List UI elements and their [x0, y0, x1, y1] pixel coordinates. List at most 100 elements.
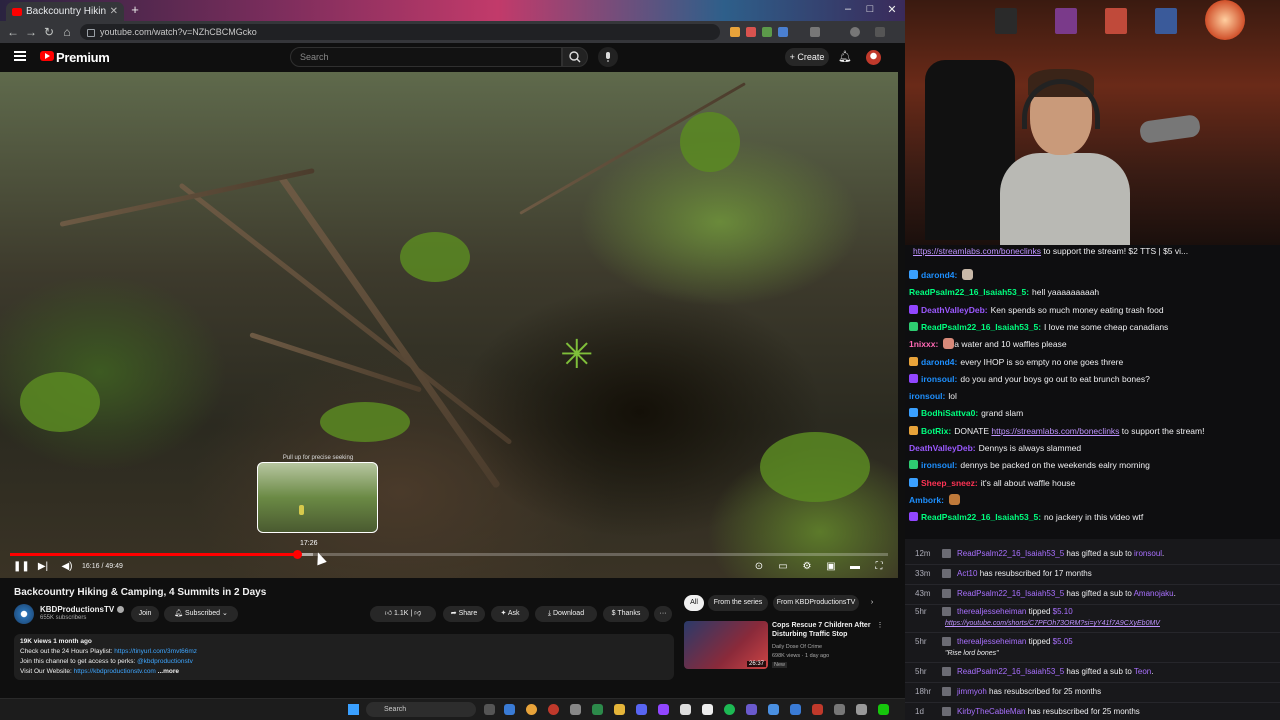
- chat-username[interactable]: ReadPsalm22_16_Isaiah53_5:: [921, 512, 1041, 522]
- download-button[interactable]: ⤓ Download: [535, 606, 597, 622]
- chat-username[interactable]: ironsoul:: [921, 374, 957, 384]
- like-dislike-group[interactable]: 👍︎ 1.1K | 👎︎: [370, 606, 436, 622]
- taskbar-search[interactable]: Search: [366, 702, 476, 717]
- profile-icon[interactable]: [850, 27, 860, 37]
- taskbar-app-icon[interactable]: [504, 704, 515, 715]
- chat-username[interactable]: ReadPsalm22_16_Isaiah53_5:: [921, 322, 1041, 332]
- chat-username[interactable]: Sheep_sneez:: [921, 478, 978, 488]
- channel-avatar[interactable]: [14, 604, 34, 624]
- chat-username[interactable]: 1nixxx:: [909, 339, 938, 349]
- taskbar-app-icon[interactable]: [658, 704, 669, 715]
- taskbar-app-icon[interactable]: [592, 704, 603, 715]
- browser-menu-icon[interactable]: [875, 27, 885, 37]
- chrome-icon[interactable]: [526, 704, 537, 715]
- taskbar-app-icon[interactable]: [812, 704, 823, 715]
- url-field[interactable]: youtube.com/watch?v=NZhCBCMGcko: [80, 24, 720, 40]
- search-button[interactable]: [562, 47, 588, 67]
- chat-username[interactable]: ironsoul:: [909, 391, 945, 401]
- chat-username[interactable]: DeathValleyDeb:: [909, 443, 976, 453]
- miniplayer-icon[interactable]: ▣: [824, 560, 838, 574]
- pause-icon[interactable]: ❚❚: [13, 560, 30, 574]
- taskbar-app-icon[interactable]: [790, 704, 801, 715]
- spotify-icon[interactable]: [724, 704, 735, 715]
- back-arrow-icon[interactable]: ←: [6, 25, 20, 39]
- event-username[interactable]: Act10: [957, 569, 977, 578]
- event-username[interactable]: ReadPsalm22_16_Isaiah53_5: [957, 549, 1064, 558]
- notifications-bell-icon[interactable]: 🔔︎: [838, 50, 852, 64]
- channel-handle-link[interactable]: @kbdproductionstv: [137, 658, 193, 665]
- taskbar-app-icon[interactable]: [702, 704, 713, 715]
- minimize-icon[interactable]: –: [840, 3, 856, 15]
- taskbar-app-icon[interactable]: [570, 704, 581, 715]
- chat-username[interactable]: darond4:: [921, 270, 957, 280]
- taskbar-app-icon[interactable]: [680, 704, 691, 715]
- extension-icon[interactable]: [746, 27, 756, 37]
- video-player[interactable]: ✳ Pull up for precise seeking 17:26 ❚❚ ▶…: [0, 72, 898, 578]
- extension-icon[interactable]: [778, 27, 788, 37]
- related-video-menu-icon[interactable]: ⋮: [874, 618, 886, 634]
- channel-name[interactable]: KBDProductionsTV: [40, 605, 125, 614]
- thanks-button[interactable]: $ Thanks: [603, 606, 649, 622]
- taskbar-app-icon[interactable]: [856, 704, 867, 715]
- tip-message-link[interactable]: https://youtube.com/shorts/C7PFOh73ORM?s…: [945, 619, 1160, 629]
- chat-username[interactable]: DeathValleyDeb:: [921, 305, 988, 315]
- subtitles-icon[interactable]: ▭: [776, 560, 790, 574]
- browser-tab-youtube[interactable]: Backcountry Hiking & Camp ✕: [6, 2, 124, 21]
- reload-icon[interactable]: ↻: [42, 25, 56, 39]
- related-video-channel[interactable]: Daily Dose Of Crime: [772, 644, 822, 650]
- home-icon[interactable]: ⌂: [60, 25, 74, 39]
- forward-arrow-icon[interactable]: →: [24, 25, 38, 39]
- extension-icon[interactable]: [730, 27, 740, 37]
- close-window-icon[interactable]: ✕: [884, 3, 900, 16]
- description-box[interactable]: 19K views 1 month ago Check out the 24 H…: [14, 634, 674, 680]
- taskbar-app-icon[interactable]: [878, 704, 889, 715]
- chat-username[interactable]: ReadPsalm22_16_Isaiah53_5:: [909, 287, 1029, 297]
- chevron-right-icon[interactable]: ›: [863, 595, 881, 611]
- event-username[interactable]: ReadPsalm22_16_Isaiah53_5: [957, 667, 1064, 676]
- file-explorer-icon[interactable]: [614, 704, 625, 715]
- chat-username[interactable]: BotRix:: [921, 426, 951, 436]
- chat-username[interactable]: ironsoul:: [921, 460, 957, 470]
- youtube-premium-wordmark[interactable]: Premium: [56, 50, 110, 65]
- progress-bar[interactable]: [10, 550, 888, 559]
- related-video-title[interactable]: Cops Rescue 7 Children After Disturbing …: [772, 621, 876, 639]
- filter-chip-channel[interactable]: From KBDProductionsTV: [773, 595, 859, 611]
- discord-icon[interactable]: [636, 704, 647, 715]
- join-button[interactable]: Join: [131, 606, 159, 622]
- banner-link[interactable]: https://streamlabs.com/boneclinks: [913, 246, 1041, 256]
- more-actions-button[interactable]: ···: [654, 606, 672, 622]
- event-username[interactable]: therealjesseheiman: [957, 607, 1026, 616]
- close-tab-icon[interactable]: ✕: [110, 6, 118, 17]
- new-tab-button[interactable]: +: [128, 3, 142, 17]
- related-video-thumbnail[interactable]: 26:37: [684, 621, 768, 669]
- event-username[interactable]: therealjesseheiman: [957, 637, 1026, 646]
- subscribed-button[interactable]: 🔔︎ Subscribed ⌄: [164, 606, 238, 622]
- show-more-link[interactable]: ...more: [158, 668, 179, 675]
- taskbar-app-icon[interactable]: [768, 704, 779, 715]
- voice-search-button[interactable]: [598, 47, 618, 67]
- extension-icon[interactable]: [762, 27, 772, 37]
- filter-chip-series[interactable]: From the series: [708, 595, 768, 611]
- account-avatar[interactable]: [866, 50, 881, 65]
- windows-start-icon[interactable]: [348, 704, 359, 715]
- extensions-puzzle-icon[interactable]: [810, 27, 820, 37]
- taskbar-app-icon[interactable]: [834, 704, 845, 715]
- chat-link[interactable]: https://streamlabs.com/boneclinks: [991, 426, 1119, 436]
- autoplay-toggle[interactable]: ⊙: [752, 560, 766, 574]
- share-button[interactable]: ➦ Share: [443, 606, 485, 622]
- search-input[interactable]: Search: [290, 47, 562, 67]
- menu-icon[interactable]: [14, 51, 26, 61]
- chat-username[interactable]: darond4:: [921, 357, 957, 367]
- progress-scrubber-handle[interactable]: [293, 550, 303, 559]
- playlist-link[interactable]: https://tinyurl.com/3mvt66mz: [114, 648, 197, 655]
- event-username[interactable]: KirbyTheCableMan: [957, 707, 1025, 716]
- youtube-logo-icon[interactable]: [40, 51, 54, 61]
- chat-username[interactable]: BodhiSattva0:: [921, 408, 978, 418]
- taskbar-app-icon[interactable]: [548, 704, 559, 715]
- taskbar-app-icon[interactable]: [746, 704, 757, 715]
- fullscreen-icon[interactable]: ⛶: [872, 560, 886, 574]
- create-button[interactable]: + Create: [785, 48, 829, 66]
- filter-chip-all[interactable]: All: [684, 595, 704, 611]
- task-view-icon[interactable]: [484, 704, 495, 715]
- next-icon[interactable]: ▶|: [36, 560, 50, 574]
